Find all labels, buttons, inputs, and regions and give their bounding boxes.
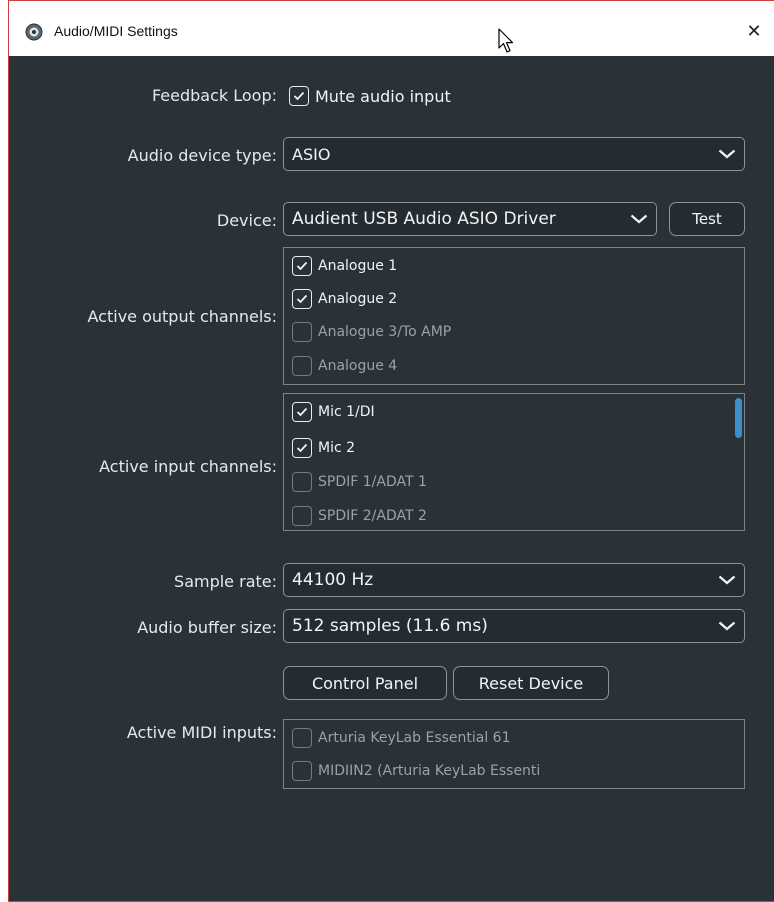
device-value: Audient USB Audio ASIO Driver <box>292 209 556 229</box>
chevron-down-icon <box>718 575 736 585</box>
sample-rate-select[interactable]: 44100 Hz <box>283 563 745 597</box>
input-channel-item[interactable]: SPDIF 1/ADAT 1 <box>292 470 427 494</box>
checkbox-checked-icon <box>292 438 312 458</box>
checkbox-unchecked-icon <box>292 356 312 376</box>
output-channel-label: Analogue 3/To AMP <box>318 324 452 340</box>
midi-input-item[interactable]: Arturia KeyLab Essential 61 <box>292 726 511 750</box>
title-bar: Audio/MIDI Settings ✕ <box>9 1 774 56</box>
output-channels-list: Analogue 1 Analogue 2 Analogue 3/To AMP … <box>283 247 745 385</box>
input-channel-item[interactable]: SPDIF 2/ADAT 2 <box>292 504 427 528</box>
audio-device-type-value: ASIO <box>292 144 331 164</box>
active-midi-inputs-label: Active MIDI inputs: <box>126 723 277 742</box>
audio-device-type-label: Audio device type: <box>127 146 277 165</box>
checkbox-checked-icon <box>289 86 309 106</box>
test-button[interactable]: Test <box>669 202 745 236</box>
output-channel-item[interactable]: Analogue 2 <box>292 287 397 311</box>
input-channels-scrollbar[interactable] <box>735 398 742 438</box>
audio-buffer-size-select[interactable]: 512 samples (11.6 ms) <box>283 609 745 643</box>
input-channel-label: SPDIF 1/ADAT 1 <box>318 474 427 490</box>
input-channel-label: Mic 2 <box>318 440 356 456</box>
checkbox-unchecked-icon <box>292 761 312 781</box>
midi-input-label: MIDIIN2 (Arturia KeyLab Essenti <box>318 763 541 779</box>
chevron-down-icon <box>718 621 736 631</box>
audio-device-type-select[interactable]: ASIO <box>283 137 745 171</box>
input-channel-label: SPDIF 2/ADAT 2 <box>318 508 427 524</box>
checkbox-unchecked-icon <box>292 322 312 342</box>
device-select[interactable]: Audient USB Audio ASIO Driver <box>283 202 657 236</box>
input-channel-item[interactable]: Mic 2 <box>292 436 355 460</box>
close-button[interactable]: ✕ <box>734 15 774 49</box>
reset-device-button[interactable]: Reset Device <box>453 666 609 700</box>
input-channel-label: Mic 1/DI <box>318 404 375 420</box>
checkbox-unchecked-icon <box>292 728 312 748</box>
output-channel-item[interactable]: Analogue 1 <box>292 254 397 278</box>
close-icon: ✕ <box>746 21 762 42</box>
output-channel-label: Analogue 4 <box>318 358 398 374</box>
checkbox-checked-icon <box>292 256 312 276</box>
mute-audio-input-checkbox[interactable]: Mute audio input <box>289 84 451 108</box>
sample-rate-value: 44100 Hz <box>292 570 374 590</box>
output-channel-item[interactable]: Analogue 4 <box>292 354 397 378</box>
checkbox-unchecked-icon <box>292 472 312 492</box>
sample-rate-label: Sample rate: <box>174 572 277 591</box>
chevron-down-icon <box>630 214 648 224</box>
feedback-loop-label: Feedback Loop: <box>151 86 277 105</box>
audio-buffer-size-value: 512 samples (11.6 ms) <box>292 616 488 636</box>
audio-midi-settings-window: Audio/MIDI Settings ✕ Feedback Loop: Mut… <box>8 0 774 902</box>
output-channel-label: Analogue 1 <box>318 258 398 274</box>
checkbox-unchecked-icon <box>292 506 312 526</box>
checkbox-checked-icon <box>292 402 312 422</box>
midi-input-item[interactable]: MIDIIN2 (Arturia KeyLab Essenti <box>292 759 540 783</box>
midi-inputs-list: Arturia KeyLab Essential 61 MIDIIN2 (Art… <box>283 719 745 789</box>
input-channel-item[interactable]: Mic 1/DI <box>292 400 375 424</box>
window-title: Audio/MIDI Settings <box>54 23 178 39</box>
app-icon <box>25 23 43 41</box>
chevron-down-icon <box>718 149 736 159</box>
output-channel-label: Analogue 2 <box>318 291 398 307</box>
active-output-channels-label: Active output channels: <box>87 307 277 326</box>
mute-audio-input-label: Mute audio input <box>315 86 451 106</box>
checkbox-checked-icon <box>292 289 312 309</box>
midi-input-label: Arturia KeyLab Essential 61 <box>318 730 511 746</box>
output-channel-item[interactable]: Analogue 3/To AMP <box>292 320 451 344</box>
control-panel-button[interactable]: Control Panel <box>283 666 447 700</box>
mouse-cursor-icon <box>498 28 514 53</box>
audio-buffer-size-label: Audio buffer size: <box>137 618 277 637</box>
device-label: Device: <box>216 211 277 230</box>
active-input-channels-label: Active input channels: <box>99 457 277 476</box>
input-channels-list: Mic 1/DI Mic 2 SPDIF 1/ADAT 1 SPDIF 2/AD… <box>283 393 745 531</box>
